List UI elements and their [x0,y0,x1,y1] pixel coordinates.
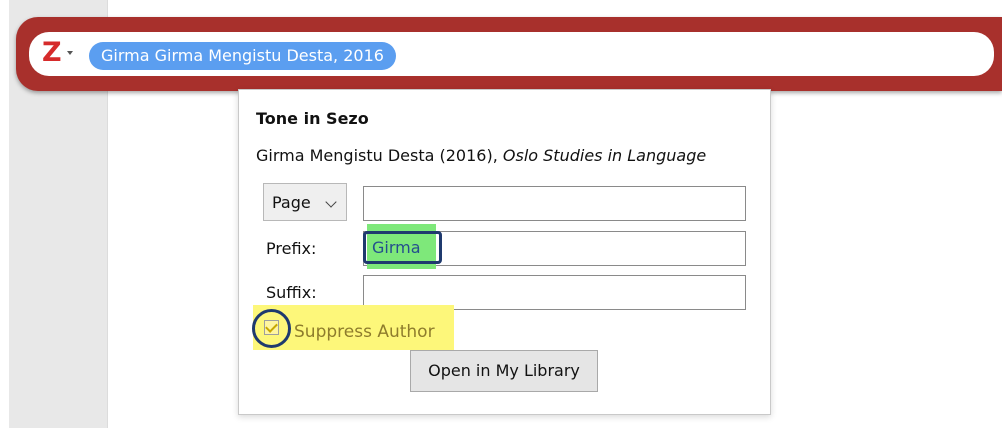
item-citation: Girma Mengistu Desta (2016), Oslo Studie… [256,146,706,165]
prefix-label: Prefix: [266,239,317,258]
open-in-library-button[interactable]: Open in My Library [410,350,598,392]
suppress-author-checkbox[interactable] [264,320,279,335]
prefix-value: Girma [363,231,442,264]
citation-bubble[interactable]: Girma Girma Mengistu Desta, 2016 [89,42,396,70]
item-title: Tone in Sezo [256,109,369,128]
suppress-author-label[interactable]: Suppress Author [294,322,435,342]
locator-type-select[interactable]: Page [263,183,347,221]
citation-author-year: Girma Mengistu Desta (2016), [256,146,503,165]
locator-input[interactable] [363,186,746,221]
chevron-down-icon[interactable] [67,51,73,55]
locator-type-label: Page [272,193,311,212]
chevron-down-icon [325,196,337,208]
checkmark-icon [265,320,278,333]
zotero-logo-icon[interactable]: Z [42,38,64,68]
citation-journal: Oslo Studies in Language [502,146,707,165]
suffix-label: Suffix: [266,283,317,302]
